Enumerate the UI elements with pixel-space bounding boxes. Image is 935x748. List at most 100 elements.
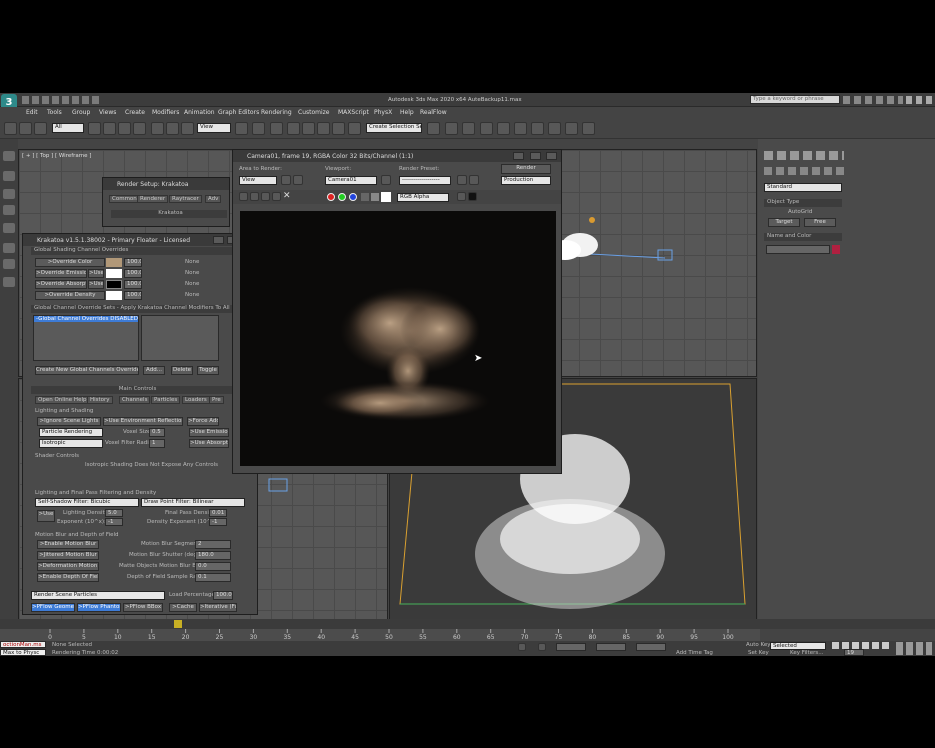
red-channel-icon[interactable] xyxy=(327,193,335,201)
angle-snap-icon[interactable] xyxy=(302,122,315,135)
menu-realflow[interactable]: RealFlow xyxy=(420,109,447,116)
menu-views[interactable]: Views xyxy=(99,109,116,116)
spinner-snap-icon[interactable] xyxy=(332,122,345,135)
use-absorption-button[interactable]: >Use Absorption xyxy=(189,439,229,448)
frame-window-title[interactable]: Camera01, frame 19, RGBA Color 32 Bits/C… xyxy=(233,150,561,162)
load-percentage-field[interactable]: 100.0 xyxy=(213,591,233,600)
area-to-render-dropdown[interactable]: View xyxy=(239,176,277,185)
delete-button[interactable]: Delete xyxy=(171,366,193,375)
window-controls[interactable] xyxy=(906,96,932,104)
menu-create[interactable]: Create xyxy=(125,109,145,116)
object-category-dropdown[interactable]: Standard xyxy=(764,183,842,192)
category-icons[interactable] xyxy=(764,167,844,175)
move-icon[interactable] xyxy=(151,122,164,135)
override-absorption-button[interactable]: >Override Absorption xyxy=(35,280,87,289)
frame-minimize-button[interactable] xyxy=(513,152,524,160)
scale-icon[interactable] xyxy=(181,122,194,135)
pflow-bbox-button[interactable]: >PFlow BBox xyxy=(123,603,163,612)
print-icon[interactable] xyxy=(272,192,281,201)
blue-channel-icon[interactable] xyxy=(349,193,357,201)
override-absorption-use[interactable]: >Use xyxy=(88,280,104,289)
ignore-scene-lights-button[interactable]: >Ignore Scene Lights xyxy=(37,417,101,426)
rendered-frame-icon[interactable] xyxy=(565,122,578,135)
dof-sample-rate-field[interactable]: 0.1 xyxy=(195,573,231,582)
voxel-filter-field[interactable]: 1 xyxy=(149,439,165,448)
override-density-swatch[interactable] xyxy=(106,291,122,300)
tab-advanced[interactable]: Adv xyxy=(205,195,222,203)
channel-display-dropdown[interactable]: RGB Alpha xyxy=(397,193,449,202)
use-lighting-density-button[interactable]: >Use xyxy=(37,510,55,522)
environment-icon[interactable] xyxy=(469,175,479,185)
viewport-dropdown[interactable]: Camera01 xyxy=(325,176,377,185)
maxscript-output[interactable]: Max to Physc xyxy=(0,649,46,656)
use-env-reflections-button[interactable]: >Use Environment Reflections xyxy=(103,417,183,426)
render-scene-particles-dropdown[interactable]: Render Scene Particles xyxy=(31,591,165,600)
render-preset-dropdown[interactable]: ------------------- xyxy=(399,176,451,185)
menu-customize[interactable]: Customize xyxy=(298,109,330,116)
tool-icon-4[interactable] xyxy=(3,223,15,233)
override-sets-list-item[interactable]: -Global Channel Overrides DISABLED- xyxy=(34,316,138,322)
unlink-icon[interactable] xyxy=(19,122,32,135)
key-filters-button[interactable]: Key Filters... xyxy=(790,650,823,656)
render-setup-icon[interactable] xyxy=(548,122,561,135)
tool-icon-3[interactable] xyxy=(3,205,15,215)
snaps-icon[interactable] xyxy=(287,122,300,135)
tool-icon-5[interactable] xyxy=(3,243,15,253)
krakatoa-rollout[interactable]: Krakatoa xyxy=(111,210,227,218)
playback-controls[interactable] xyxy=(832,642,892,649)
time-slider-handle[interactable] xyxy=(174,620,182,628)
channels-tab[interactable]: Channels xyxy=(119,396,151,404)
quick-access-icons[interactable] xyxy=(22,96,102,104)
menu-rendering[interactable]: Rendering xyxy=(261,109,292,116)
override-absorption-amount[interactable]: 100.0 xyxy=(124,280,142,289)
override-density-button[interactable]: >Override Density xyxy=(35,291,105,300)
tool-icon-2[interactable] xyxy=(3,189,15,199)
free-button[interactable]: Free xyxy=(804,218,836,227)
auto-region-icon[interactable] xyxy=(293,175,303,185)
color-swatch[interactable] xyxy=(381,192,391,202)
menu-graph-editors[interactable]: Graph Editors xyxy=(218,109,259,116)
toggle-overlays-icon[interactable] xyxy=(468,192,477,201)
command-panel-tabs[interactable] xyxy=(764,151,844,160)
mono-icon[interactable] xyxy=(371,193,379,201)
pivot-icon[interactable] xyxy=(235,122,248,135)
copy-image-icon[interactable] xyxy=(250,192,259,201)
y-coordinate-field[interactable] xyxy=(596,643,626,651)
render-setup-small-icon[interactable] xyxy=(457,175,467,185)
menu-tools[interactable]: Tools xyxy=(47,109,62,116)
target-button[interactable]: Target xyxy=(768,218,800,227)
override-color-swatch[interactable] xyxy=(106,258,122,267)
override-sets-header[interactable]: Global Channel Override Sets - Apply Kra… xyxy=(31,305,241,313)
green-channel-icon[interactable] xyxy=(338,193,346,201)
object-name-field[interactable] xyxy=(766,245,830,254)
select-icon[interactable] xyxy=(88,122,101,135)
override-density-amount[interactable]: 100.0 xyxy=(124,291,142,300)
add-time-tag[interactable]: Add Time Tag xyxy=(676,650,713,656)
layer-manager-icon[interactable] xyxy=(462,122,475,135)
force-add-button[interactable]: >Force Add xyxy=(187,417,219,426)
link-icon[interactable] xyxy=(4,122,17,135)
add-button[interactable]: Add... xyxy=(143,366,165,375)
tool-icon-6[interactable] xyxy=(3,259,15,269)
menu-modifiers[interactable]: Modifiers xyxy=(152,109,179,116)
toggle-ui-icon[interactable] xyxy=(457,192,466,201)
viewport-nav-controls[interactable] xyxy=(896,642,932,655)
override-emission-button[interactable]: >Override Emission xyxy=(35,269,87,278)
bind-icon[interactable] xyxy=(34,122,47,135)
viewport-label[interactable]: [ + ] [ Top ] [ Wireframe ] xyxy=(22,153,91,159)
particles-tab[interactable]: Particles xyxy=(151,396,181,404)
render-output-image[interactable]: ➤ xyxy=(240,211,556,466)
menu-help[interactable]: Help xyxy=(400,109,414,116)
self-shadow-filter-dropdown[interactable]: Self-Shadow Filter: Bicubic xyxy=(35,498,139,507)
named-selection-dropdown[interactable]: Create Selection Se xyxy=(366,123,422,133)
tab-common[interactable]: Common xyxy=(109,195,140,203)
absolute-mode-icon[interactable] xyxy=(538,643,546,651)
enable-motion-blur-button[interactable]: >Enable Motion Blur xyxy=(37,540,99,549)
name-color-header[interactable]: Name and Color xyxy=(764,233,842,241)
track-bar[interactable]: 0 5 10 15 20 25 30 35 40 45 50 55 60 65 70 75 80 85 90 95 10… xyxy=(0,629,760,641)
help-icons[interactable] xyxy=(843,96,903,104)
set-key-label[interactable]: Set Key xyxy=(748,650,769,656)
render-setup-title[interactable]: Render Setup: Krakatoa xyxy=(103,178,229,190)
motion-blur-shutter-field[interactable]: 180.0 xyxy=(195,551,231,560)
object-type-header[interactable]: Object Type xyxy=(764,199,842,207)
